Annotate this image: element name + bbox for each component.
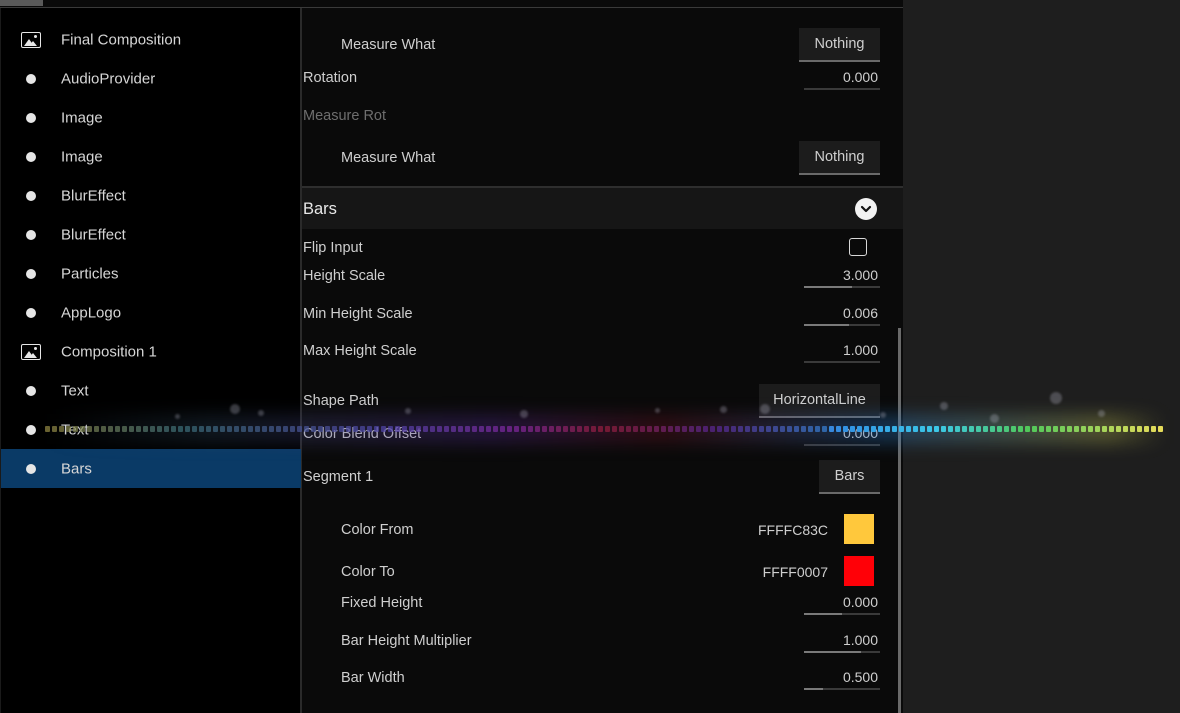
top-tab-strip: [0, 0, 903, 8]
color-from-hex: FFFFC83C: [758, 522, 828, 538]
dot-icon: [21, 305, 41, 321]
flip-input-checkbox[interactable]: [849, 238, 867, 256]
fixed-height-label: Fixed Height: [341, 595, 423, 611]
rotation-label: Rotation: [303, 70, 358, 86]
rotation-field[interactable]: 0.000: [804, 68, 880, 90]
segment-1-dropdown[interactable]: Bars: [819, 460, 880, 494]
layer-label: BlurEffect: [61, 226, 126, 243]
preview-canvas: [903, 0, 1180, 713]
layer-item-blureffect[interactable]: BlurEffect: [1, 215, 301, 254]
bar-width-label: Bar Width: [341, 670, 405, 686]
height-scale-field[interactable]: 3.000: [804, 266, 880, 288]
chevron-down-icon[interactable]: [855, 198, 877, 220]
layer-label: BlurEffect: [61, 187, 126, 204]
bar-width-value: 0.500: [842, 669, 878, 685]
slider-fill: [804, 324, 849, 326]
color-from-label: Color From: [341, 522, 414, 538]
color-to-swatch[interactable]: [844, 556, 874, 586]
max-height-scale-value: 1.000: [842, 342, 878, 358]
max-height-scale-field[interactable]: 1.000: [804, 341, 880, 363]
layer-item-composition-1[interactable]: Composition 1: [1, 332, 301, 371]
segment-1-label: Segment 1: [303, 469, 374, 485]
image-icon: [21, 343, 41, 360]
fixed-height-value: 0.000: [842, 594, 878, 610]
measure-what-dropdown[interactable]: Nothing: [799, 141, 880, 175]
layer-label: AppLogo: [61, 304, 122, 321]
property-inspector: Measure What Nothing Rotation 0.000 Meas…: [302, 8, 903, 713]
bar-height-multiplier-label: Bar Height Multiplier: [341, 633, 472, 649]
layer-label: Text: [61, 382, 89, 399]
min-height-scale-field[interactable]: 0.006: [804, 304, 880, 326]
section-title: Bars: [303, 200, 337, 218]
measure-what-dropdown[interactable]: Nothing: [799, 28, 880, 62]
slider-track: [804, 88, 880, 90]
slider-fill: [804, 651, 861, 653]
dot-icon: [21, 422, 41, 438]
layer-item-bars[interactable]: Bars: [1, 449, 301, 488]
measure-what-label: Measure What: [341, 150, 436, 166]
flip-input-label: Flip Input: [303, 240, 363, 256]
slider-track: [804, 361, 880, 363]
min-height-scale-value: 0.006: [842, 305, 878, 321]
dot-icon: [21, 461, 41, 477]
color-blend-offset-value: 0.000: [842, 425, 878, 441]
max-height-scale-label: Max Height Scale: [303, 343, 417, 359]
slider-fill: [804, 688, 823, 690]
bar-width-field[interactable]: 0.500: [804, 668, 880, 690]
color-to-label: Color To: [341, 564, 395, 580]
color-blend-offset-label: Color Blend Offset: [303, 426, 422, 442]
layer-item-image[interactable]: Image: [1, 98, 301, 137]
dot-icon: [21, 149, 41, 165]
measure-rot-label: Measure Rot: [303, 108, 387, 124]
layer-item-audioprovider[interactable]: AudioProvider: [1, 59, 301, 98]
inspector-scrollbar[interactable]: [898, 328, 901, 713]
layer-item-applogo[interactable]: AppLogo: [1, 293, 301, 332]
layer-tree-sidebar: Final Composition AudioProvider Image Im…: [0, 8, 302, 713]
layer-label: Final Composition: [61, 31, 182, 48]
layer-item-text[interactable]: Text: [1, 410, 301, 449]
layer-item-blureffect[interactable]: BlurEffect: [1, 176, 301, 215]
dot-icon: [21, 188, 41, 204]
layer-label: Particles: [61, 265, 119, 282]
slider-track: [804, 444, 880, 446]
layer-item-text[interactable]: Text: [1, 371, 301, 410]
active-tab-indicator[interactable]: [0, 0, 43, 6]
layer-label: Composition 1: [61, 343, 157, 360]
layer-label: Image: [61, 148, 103, 165]
dot-icon: [21, 110, 41, 126]
bar-height-multiplier-value: 1.000: [842, 632, 878, 648]
shape-path-dropdown[interactable]: HorizontalLine: [759, 384, 880, 418]
color-blend-offset-field[interactable]: 0.000: [804, 424, 880, 446]
dot-icon: [21, 266, 41, 282]
layer-item-final-composition[interactable]: Final Composition: [1, 20, 301, 59]
dot-icon: [21, 227, 41, 243]
layer-label: Bars: [61, 460, 92, 477]
layer-label: Image: [61, 109, 103, 126]
dot-icon: [21, 383, 41, 399]
layer-item-particles[interactable]: Particles: [1, 254, 301, 293]
bars-section-header[interactable]: Bars: [302, 186, 903, 229]
measure-what-label: Measure What: [341, 37, 436, 53]
min-height-scale-label: Min Height Scale: [303, 306, 413, 322]
layer-label: AudioProvider: [61, 70, 156, 87]
fixed-height-field[interactable]: 0.000: [804, 593, 880, 615]
layer-label: Text: [61, 421, 89, 438]
shape-path-label: Shape Path: [303, 393, 379, 409]
height-scale-label: Height Scale: [303, 268, 386, 284]
layer-item-image[interactable]: Image: [1, 137, 301, 176]
dot-icon: [21, 71, 41, 87]
rotation-value: 0.000: [842, 69, 878, 85]
height-scale-value: 3.000: [842, 267, 878, 283]
image-icon: [21, 31, 41, 48]
slider-fill: [804, 286, 852, 288]
color-to-hex: FFFF0007: [762, 564, 828, 580]
bar-height-multiplier-field[interactable]: 1.000: [804, 631, 880, 653]
slider-fill: [804, 613, 842, 615]
color-from-swatch[interactable]: [844, 514, 874, 544]
